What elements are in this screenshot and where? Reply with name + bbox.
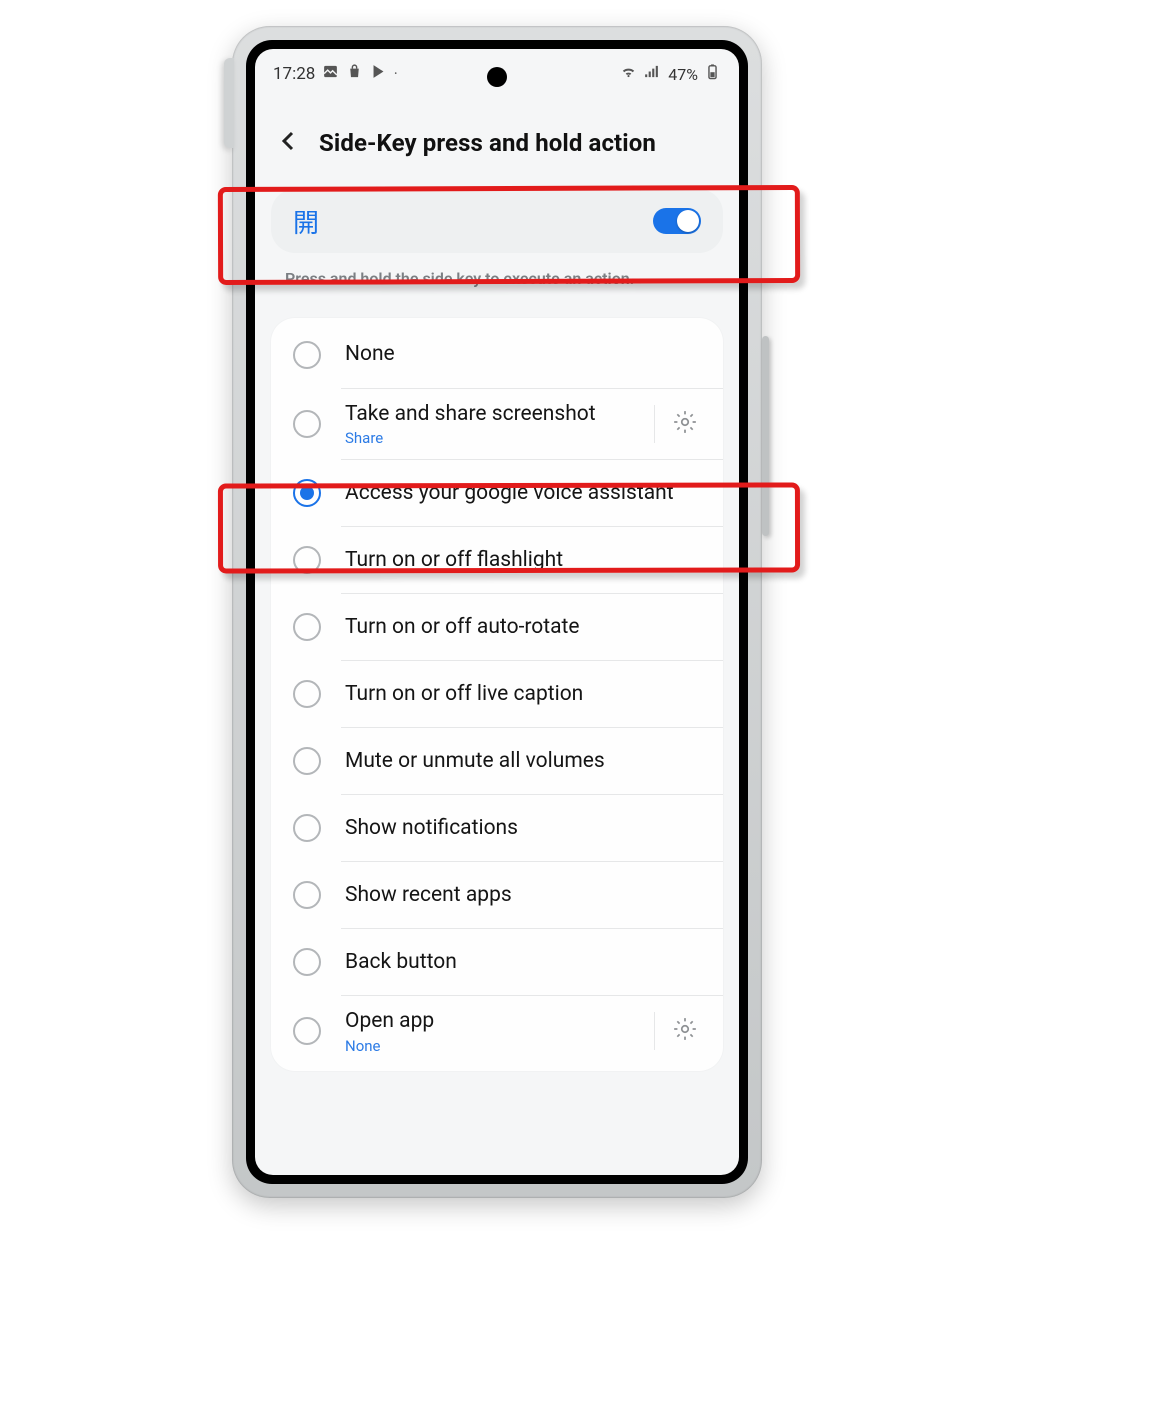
back-button[interactable] <box>277 129 301 157</box>
option-label: Show recent apps <box>345 882 705 909</box>
option-label: Open app <box>345 1008 646 1035</box>
notification-overflow-dot: • <box>394 70 397 78</box>
action-option-row[interactable]: Take and share screenshotShare <box>271 389 723 459</box>
radio-button[interactable] <box>293 1017 321 1045</box>
action-option-row[interactable]: Turn on or off flashlight <box>271 527 723 593</box>
action-option-row[interactable]: Show notifications <box>271 795 723 861</box>
option-label: Back button <box>345 949 705 976</box>
option-label: Take and share screenshot <box>345 401 646 428</box>
option-label: Turn on or off live caption <box>345 681 705 708</box>
action-option-row[interactable]: Open app None <box>271 996 723 1066</box>
radio-button[interactable] <box>293 680 321 708</box>
status-time: 17:28 <box>273 64 315 84</box>
action-option-row[interactable]: Turn on or off live caption <box>271 661 723 727</box>
physical-side-key <box>762 336 769 536</box>
action-option-row[interactable]: Show recent apps <box>271 862 723 928</box>
radio-button[interactable] <box>293 341 321 369</box>
radio-button[interactable] <box>293 546 321 574</box>
action-option-row[interactable]: None <box>271 322 723 388</box>
option-label: Access your google voice assistant <box>345 480 705 507</box>
action-option-row[interactable]: Back button <box>271 929 723 995</box>
gallery-icon <box>322 63 339 85</box>
battery-icon <box>704 63 721 85</box>
option-sublabel: None <box>345 1037 646 1055</box>
master-toggle-label: 開 <box>293 203 319 240</box>
play-icon <box>370 63 387 85</box>
gear-icon <box>672 409 698 439</box>
store-icon <box>346 63 363 85</box>
battery-percentage: 47% <box>668 65 698 84</box>
punch-hole-camera <box>487 67 507 87</box>
action-options-list: None Take and share screenshotShare Access… <box>271 318 723 1071</box>
radio-button[interactable] <box>293 613 321 641</box>
radio-button[interactable] <box>293 814 321 842</box>
option-settings-button[interactable] <box>654 1012 705 1050</box>
action-option-row[interactable]: Turn on or off auto-rotate <box>271 594 723 660</box>
option-label: Mute or unmute all volumes <box>345 748 705 775</box>
option-label: Turn on or off flashlight <box>345 547 705 574</box>
option-label: Show notifications <box>345 815 705 842</box>
option-label: None <box>345 341 705 368</box>
master-toggle-row[interactable]: 開 <box>271 189 723 253</box>
radio-button[interactable] <box>293 948 321 976</box>
phone-frame: 17:28 • <box>232 26 762 1198</box>
action-option-row[interactable]: Access your google voice assistant <box>271 460 723 526</box>
option-sublabel: Share <box>345 429 646 447</box>
radio-button[interactable] <box>293 479 321 507</box>
radio-button[interactable] <box>293 410 321 438</box>
wifi-icon <box>620 63 637 85</box>
action-option-row[interactable]: Mute or unmute all volumes <box>271 728 723 794</box>
radio-button[interactable] <box>293 747 321 775</box>
radio-button[interactable] <box>293 881 321 909</box>
settings-hint: Press and hold the side key to execute a… <box>255 261 739 288</box>
option-label: Turn on or off auto-rotate <box>345 614 705 641</box>
signal-icon <box>643 63 660 85</box>
screen: 17:28 • <box>255 49 739 1175</box>
master-toggle-switch[interactable] <box>653 208 701 234</box>
gear-icon <box>672 1016 698 1046</box>
option-settings-button[interactable] <box>654 405 705 443</box>
page-title: Side-Key press and hold action <box>319 129 656 157</box>
